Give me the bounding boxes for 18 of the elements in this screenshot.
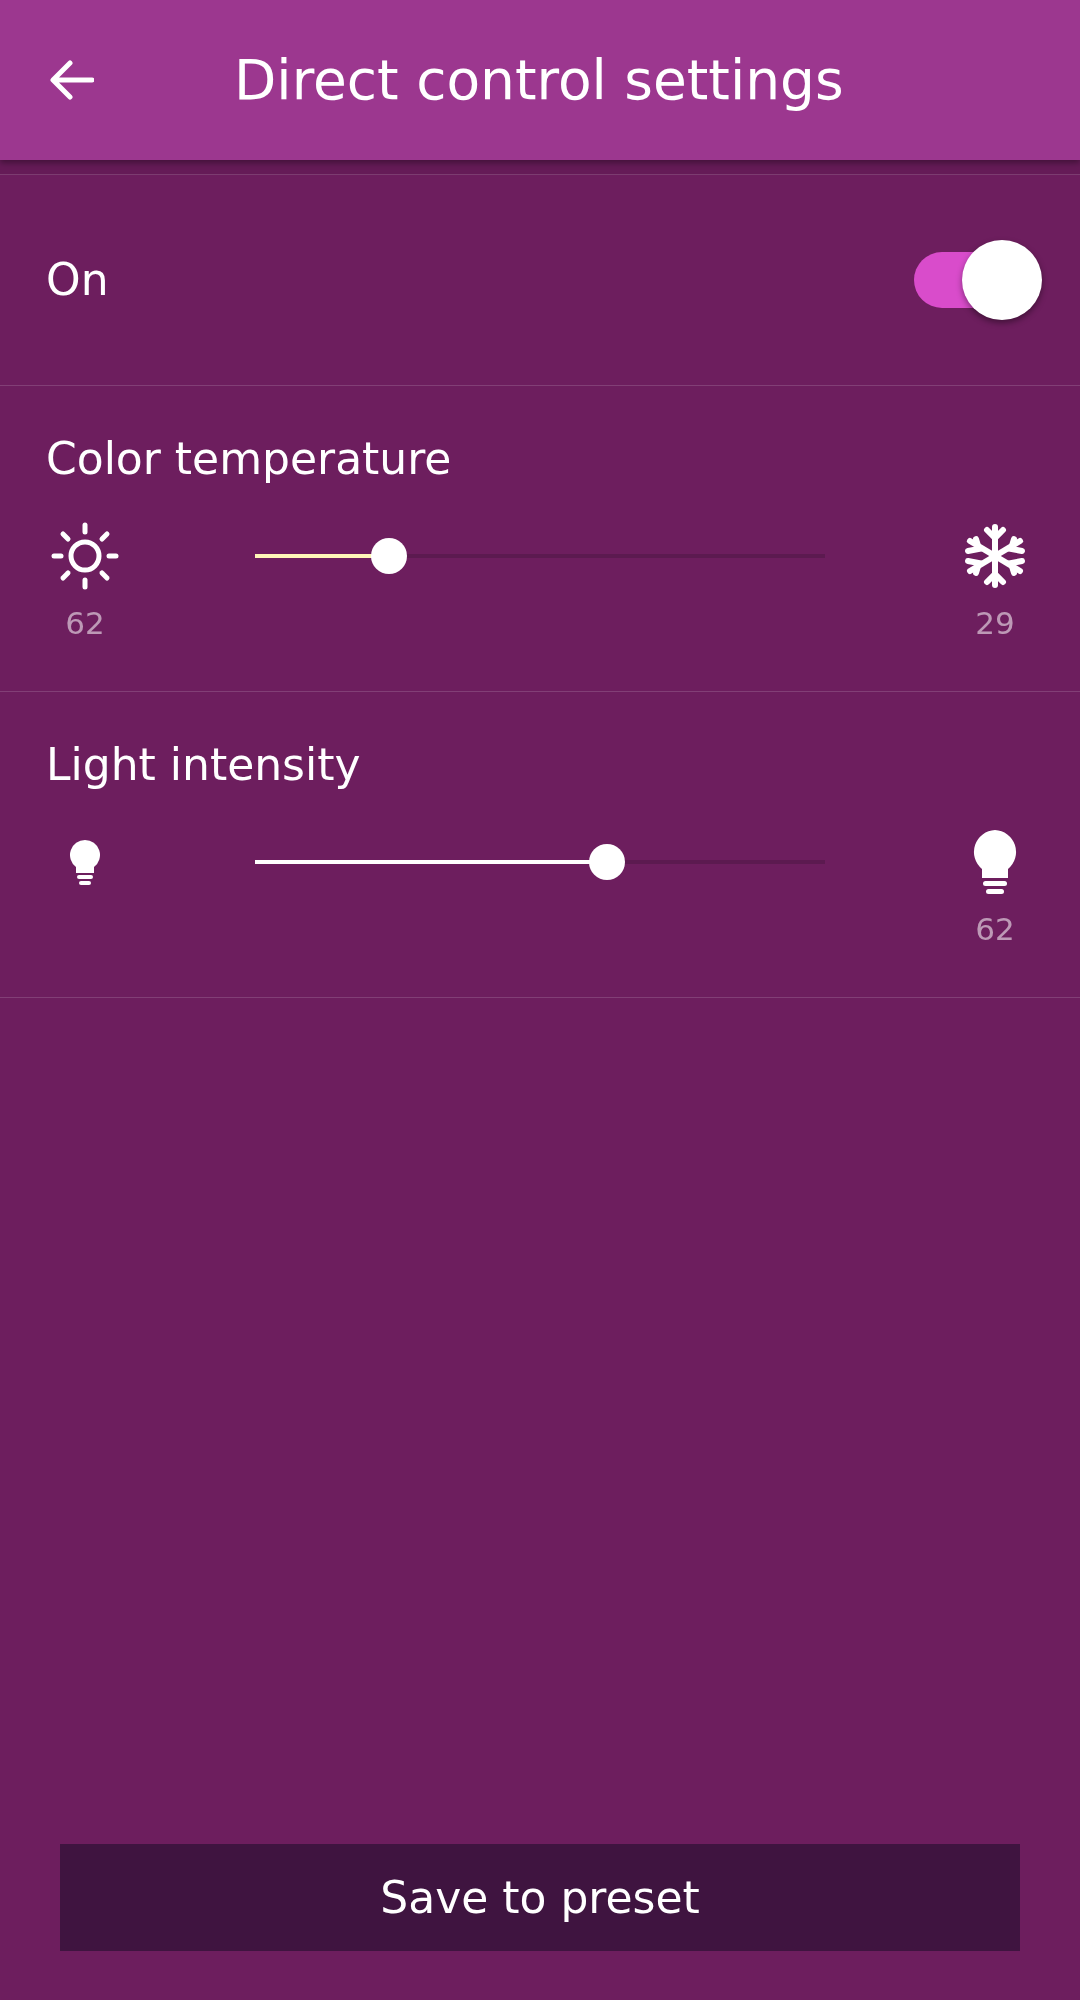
value-label: 29 <box>975 604 1015 643</box>
sun-icon <box>51 522 119 590</box>
value-label: 62 <box>65 604 105 643</box>
save-button[interactable]: Save to preset <box>60 1844 1020 1951</box>
slider-label: Light intensity <box>46 738 361 792</box>
slider-thumb[interactable] <box>588 844 625 880</box>
bulb-icon <box>68 838 102 886</box>
power-label: On <box>46 253 109 307</box>
slider-label: Color temperature <box>46 432 452 486</box>
screen-title: Direct control settings <box>234 47 844 113</box>
slider[interactable] <box>255 538 825 574</box>
slider-thumb[interactable] <box>370 538 407 574</box>
power-toggle[interactable] <box>914 238 1044 322</box>
bulb-icon <box>971 828 1019 896</box>
value-label: 62 <box>975 910 1015 949</box>
snowflake-icon <box>964 523 1026 589</box>
back-icon <box>50 60 94 100</box>
slider[interactable] <box>255 844 825 880</box>
